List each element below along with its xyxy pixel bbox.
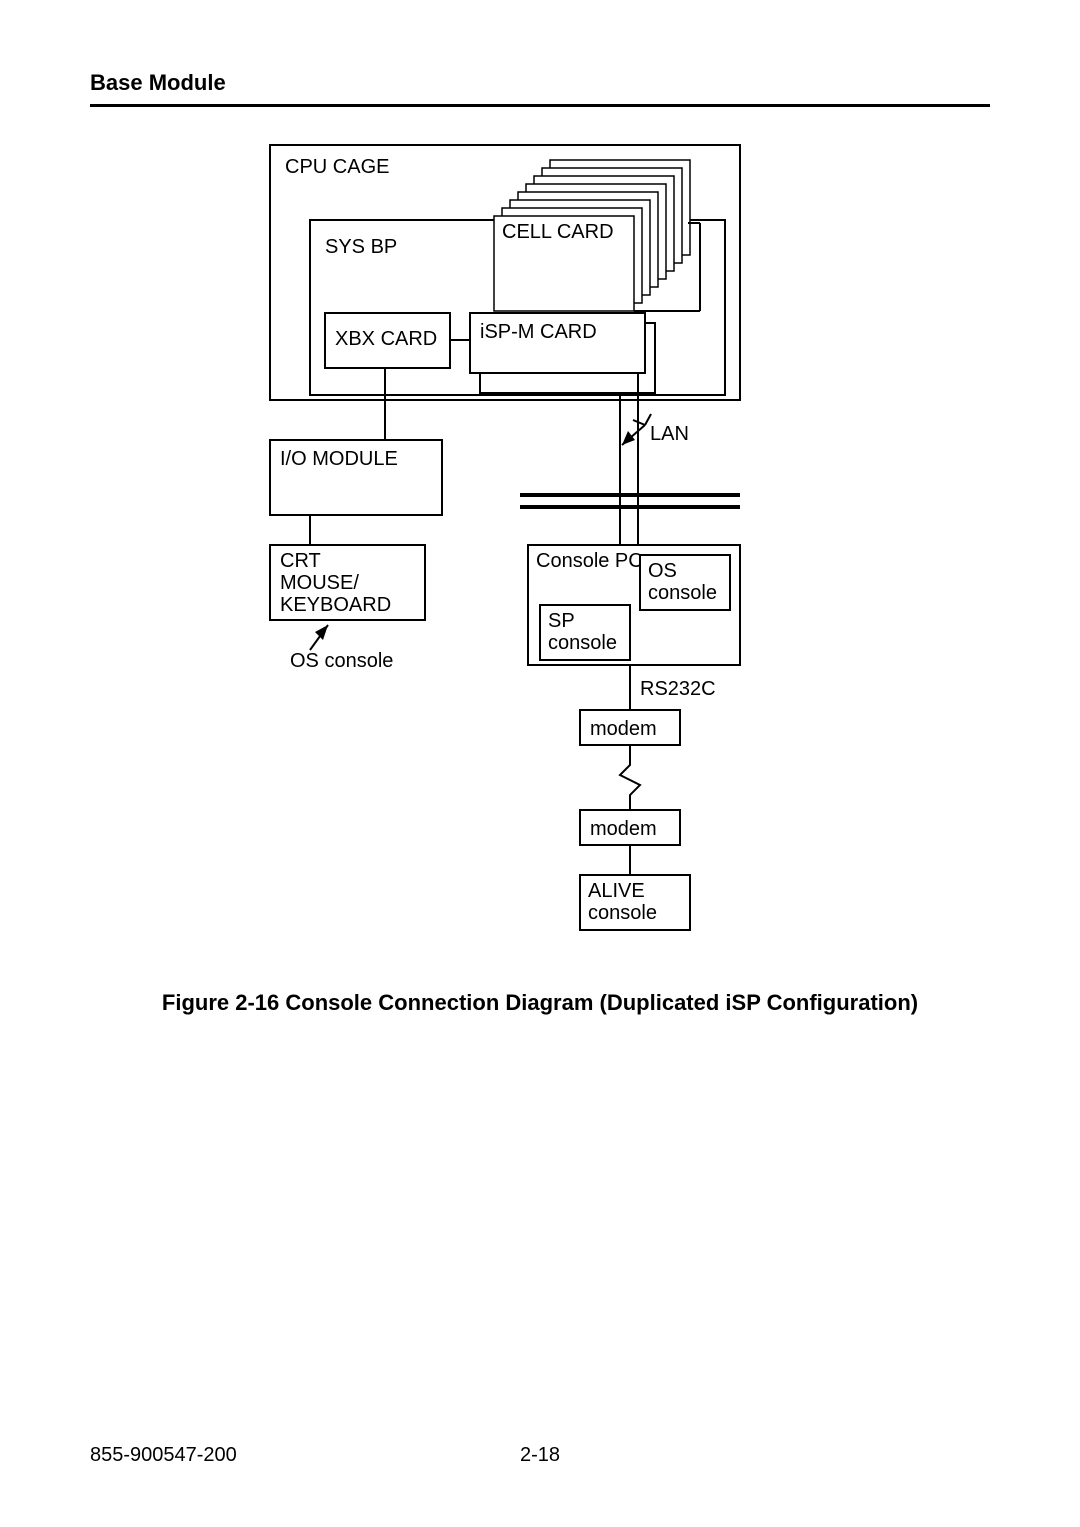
os-console-l1: OS xyxy=(648,560,677,582)
console-pc-label: Console PC xyxy=(536,550,643,572)
sys-bp-label: SYS BP xyxy=(325,236,397,258)
figure-caption: Figure 2-16 Console Connection Diagram (… xyxy=(0,990,1080,1016)
section-title: Base Module xyxy=(90,70,990,96)
io-module-label: I/O MODULE xyxy=(280,448,398,470)
header-rule xyxy=(90,104,990,107)
os-console-l2: console xyxy=(648,582,717,604)
modem-1-label: modem xyxy=(590,718,657,740)
alive-console-l2: console xyxy=(588,902,657,924)
isp-m-card-label: iSP-M CARD xyxy=(480,321,597,343)
crt-label-3: KEYBOARD xyxy=(280,594,391,616)
os-console-note: OS console xyxy=(290,650,393,672)
cpu-cage-label: CPU CAGE xyxy=(285,156,389,178)
sp-console-l1: SP xyxy=(548,610,575,632)
page-footer: 2-18 855-900547-200 xyxy=(90,1444,990,1467)
alive-console-l1: ALIVE xyxy=(588,880,645,902)
modem-zigzag xyxy=(620,745,640,810)
lan-label: LAN xyxy=(650,423,689,445)
crt-label-1: CRT xyxy=(280,550,321,572)
sp-console-l2: console xyxy=(548,632,617,654)
page-number: 2-18 xyxy=(90,1444,990,1467)
crt-label-2: MOUSE/ xyxy=(280,572,359,594)
modem-2-label: modem xyxy=(590,818,657,840)
xbx-card-label: XBX CARD xyxy=(335,328,437,350)
console-connection-diagram: CPU CAGE SYS BP CELL CARD xyxy=(270,145,810,965)
diagram-svg: CPU CAGE SYS BP CELL CARD xyxy=(270,145,810,965)
cell-card-label: CELL CARD xyxy=(502,221,614,243)
rs232c-label: RS232C xyxy=(640,678,716,700)
